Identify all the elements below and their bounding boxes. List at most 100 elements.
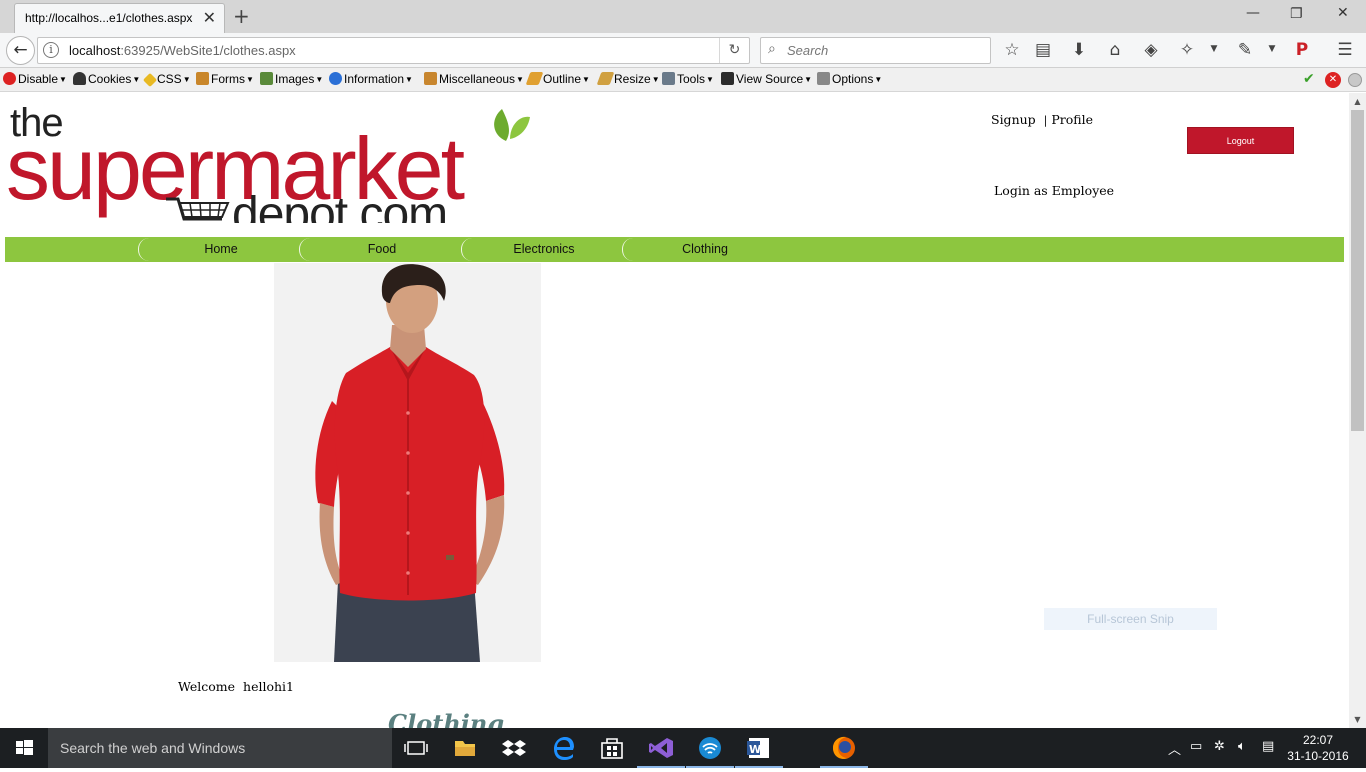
word-icon: W [747, 738, 769, 758]
images-icon [260, 72, 273, 85]
address-bar[interactable]: i localhost:63925/WebSite1/clothes.aspx … [37, 37, 750, 64]
reload-icon[interactable]: ↻ [719, 38, 749, 63]
download-icon[interactable]: ⬇ [1068, 40, 1090, 60]
windows-taskbar: Search the web and Windows W ︿ ▭ ✲ 🔈︎ ▤ … [0, 728, 1366, 768]
volume-icon[interactable]: 🔈︎ [1238, 739, 1246, 754]
browser-tab-active[interactable]: http://localhos...e1/clothes.aspx ✕ [14, 3, 225, 33]
firefox-icon [833, 736, 855, 759]
store-bag-icon [601, 738, 623, 759]
devbar-view-source[interactable]: View Source▼ [721, 72, 812, 86]
reading-list-icon[interactable]: ▤ [1032, 40, 1054, 60]
logo-text-depot: depot.com [232, 188, 448, 224]
devbar-tools[interactable]: Tools▼ [662, 72, 714, 86]
folder-icon [455, 741, 475, 756]
pocket-icon[interactable]: ◈ [1140, 40, 1162, 60]
file-explorer-button[interactable] [441, 728, 489, 768]
dropdown-caret-icon: ▼ [874, 75, 883, 84]
devbar-css[interactable]: CSS▼ [142, 72, 191, 88]
employee-login-link[interactable]: Login as Employee [994, 183, 1114, 198]
miscellaneous-icon [424, 72, 437, 85]
account-links: Signup | Profile [991, 112, 1093, 127]
signup-link[interactable]: Signup [991, 112, 1036, 127]
section-heading: Clothing [388, 709, 505, 728]
devbar-label: Cookies [88, 72, 132, 86]
back-button[interactable]: ← [6, 36, 35, 65]
menu-item-home[interactable]: Home [138, 237, 302, 262]
taskbar-search-placeholder: Search the web and Windows [60, 740, 246, 756]
tray-chevron-icon[interactable]: ︿ [1168, 739, 1181, 758]
devbar-options[interactable]: Options▼ [817, 72, 882, 86]
link-separator: | [1043, 114, 1048, 127]
hamburger-menu-icon[interactable]: ☰ [1334, 40, 1356, 60]
notification-icon[interactable]: ▤ [1262, 739, 1274, 754]
page-viewport: the supermarket depot.com Signup | Profile… [0, 93, 1349, 728]
status-circle-icon[interactable] [1348, 73, 1362, 87]
developer-tool-icon[interactable]: ✎ [1234, 40, 1256, 60]
close-window-icon[interactable]: ✕ [1337, 5, 1349, 21]
page-scrollbar[interactable]: ▲ ▼ [1349, 93, 1366, 728]
devbar-miscellaneous[interactable]: Miscellaneous▼ [424, 72, 524, 86]
forms-icon [196, 72, 209, 85]
visual-studio-button[interactable] [637, 728, 685, 768]
minimize-icon[interactable]: — [1246, 5, 1260, 21]
menu-item-electronics[interactable]: Electronics [461, 237, 625, 262]
outline-pencil-icon [525, 72, 544, 85]
leaf-icon [494, 109, 530, 141]
validation-ok-icon[interactable]: ✔ [1303, 71, 1315, 87]
snip-overlay-text: Full-screen Snip [1044, 608, 1217, 630]
home-icon[interactable]: ⌂ [1104, 40, 1126, 60]
restore-icon[interactable]: ❐ [1290, 6, 1303, 22]
pinterest-icon[interactable]: P [1291, 40, 1313, 60]
validation-error-icon[interactable]: ✕ [1325, 72, 1341, 88]
extension-icon[interactable]: ✧ [1176, 40, 1198, 60]
firefox-button[interactable] [820, 728, 868, 768]
clock-time: 22:07 [1302, 733, 1334, 747]
back-arrow-icon: ← [13, 40, 28, 60]
task-view-icon [404, 741, 428, 755]
browser-search-box[interactable]: ⌕ Search [760, 37, 991, 64]
devbar-cookies[interactable]: Cookies▼ [73, 72, 140, 86]
devbar-information[interactable]: Information▼ [329, 72, 413, 86]
store-button[interactable] [588, 728, 636, 768]
devbar-label: Disable [18, 72, 59, 86]
taskbar-search[interactable]: Search the web and Windows [48, 728, 392, 768]
product-image[interactable] [274, 263, 541, 662]
devbar-images[interactable]: Images▼ [260, 72, 323, 86]
site-info-icon[interactable]: i [43, 42, 59, 58]
wifi-icon[interactable]: ✲ [1214, 739, 1225, 754]
battery-icon[interactable]: ▭ [1190, 739, 1202, 754]
profile-link[interactable]: Profile [1051, 112, 1093, 127]
start-button[interactable] [0, 728, 48, 768]
shopping-cart-icon [166, 197, 230, 221]
system-clock[interactable]: 22:07 31-10-2016 [1283, 732, 1353, 764]
menu-item-clothing[interactable]: Clothing [622, 237, 786, 262]
devbar-label: CSS [157, 72, 182, 86]
task-view-button[interactable] [392, 728, 440, 768]
search-icon: ⌕ [768, 41, 776, 57]
scroll-down-icon[interactable]: ▼ [1349, 711, 1366, 728]
new-tab-icon[interactable]: + [233, 4, 250, 28]
devbar-label: Information [344, 72, 405, 86]
logout-button[interactable]: Logout [1187, 127, 1294, 154]
scroll-up-icon[interactable]: ▲ [1349, 93, 1366, 110]
dropbox-button[interactable] [490, 728, 538, 768]
network-app-button[interactable] [686, 728, 734, 768]
devbar-forms[interactable]: Forms▼ [196, 72, 254, 86]
menu-item-food[interactable]: Food [299, 237, 463, 262]
devbar-resize[interactable]: Resize▼ [596, 72, 660, 86]
dropdown-caret-icon: ▼ [706, 75, 714, 84]
tab-close-icon[interactable]: ✕ [203, 8, 216, 27]
devbar-outline[interactable]: Outline▼ [525, 72, 590, 86]
scroll-thumb[interactable] [1351, 110, 1364, 431]
dropdown-caret-icon: ▼ [804, 75, 813, 84]
windows-logo-icon [16, 740, 33, 755]
edge-button[interactable] [540, 728, 588, 768]
site-logo[interactable]: the supermarket depot.com [6, 103, 576, 223]
extension-dropdown-icon[interactable]: ▼ [1203, 44, 1225, 54]
tool-dropdown-icon[interactable]: ▼ [1261, 44, 1283, 54]
devbar-disable[interactable]: Disable▼ [3, 72, 67, 86]
bookmark-star-icon[interactable]: ☆ [1001, 40, 1023, 60]
devbar-label: Miscellaneous [439, 72, 516, 86]
devbar-label: Resize [614, 72, 651, 86]
word-button[interactable]: W [735, 728, 783, 768]
